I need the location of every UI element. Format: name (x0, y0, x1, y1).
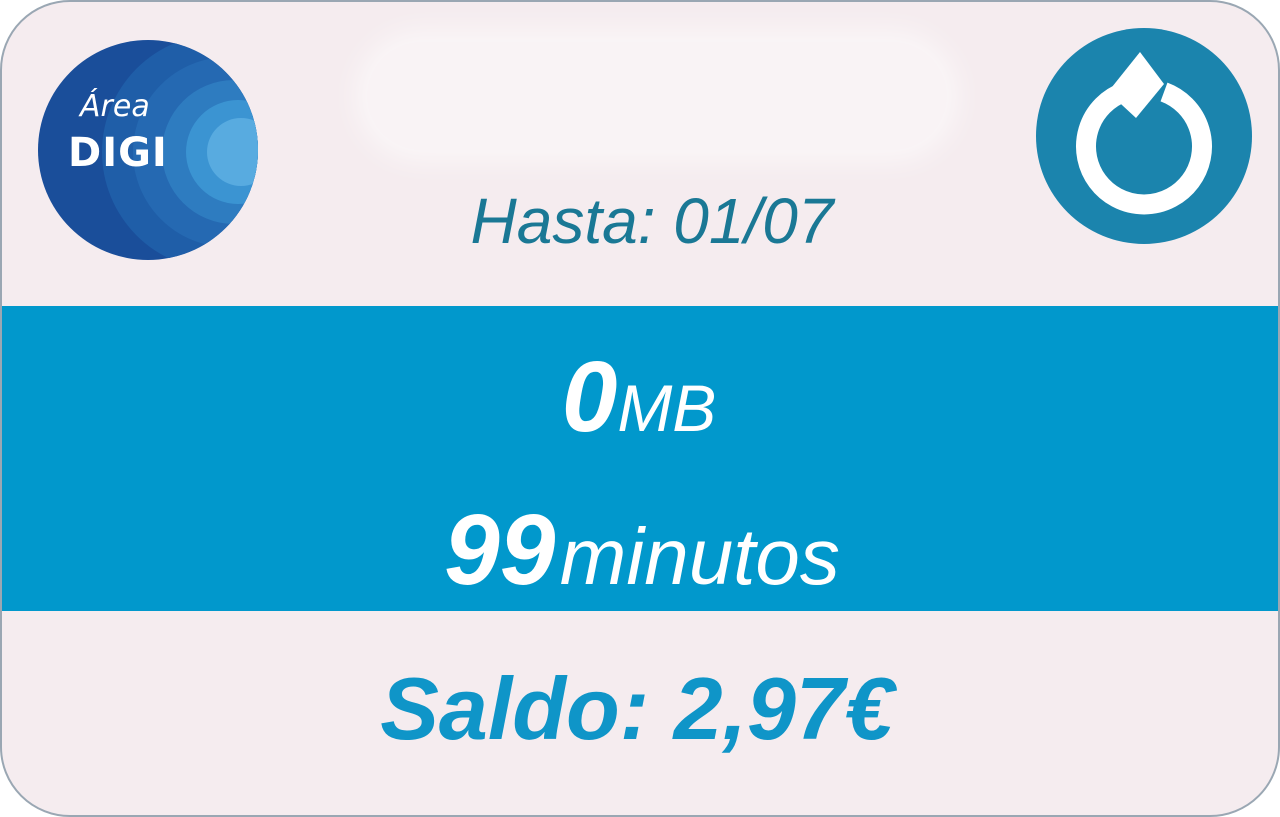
balance-label: Saldo: 2,97€ (380, 659, 894, 758)
validity-date: Hasta: 01/07 (470, 185, 834, 257)
minutes-remaining: 99 minutos (2, 490, 1278, 640)
data-remaining: 0MB (2, 337, 1276, 487)
minutes-value: 99 (444, 494, 556, 606)
data-value: 0 (561, 341, 618, 453)
minutes-unit: minutos (559, 512, 840, 601)
data-unit: MB (617, 371, 717, 445)
digi-balance-widget[interactable]: Área DIGI Hasta: 01/07 0MB 99 minutos Sa… (0, 0, 1280, 817)
header-placeholder (367, 42, 947, 150)
logo-line1: Área (78, 88, 150, 124)
logo-line2: DIGI (68, 130, 168, 176)
